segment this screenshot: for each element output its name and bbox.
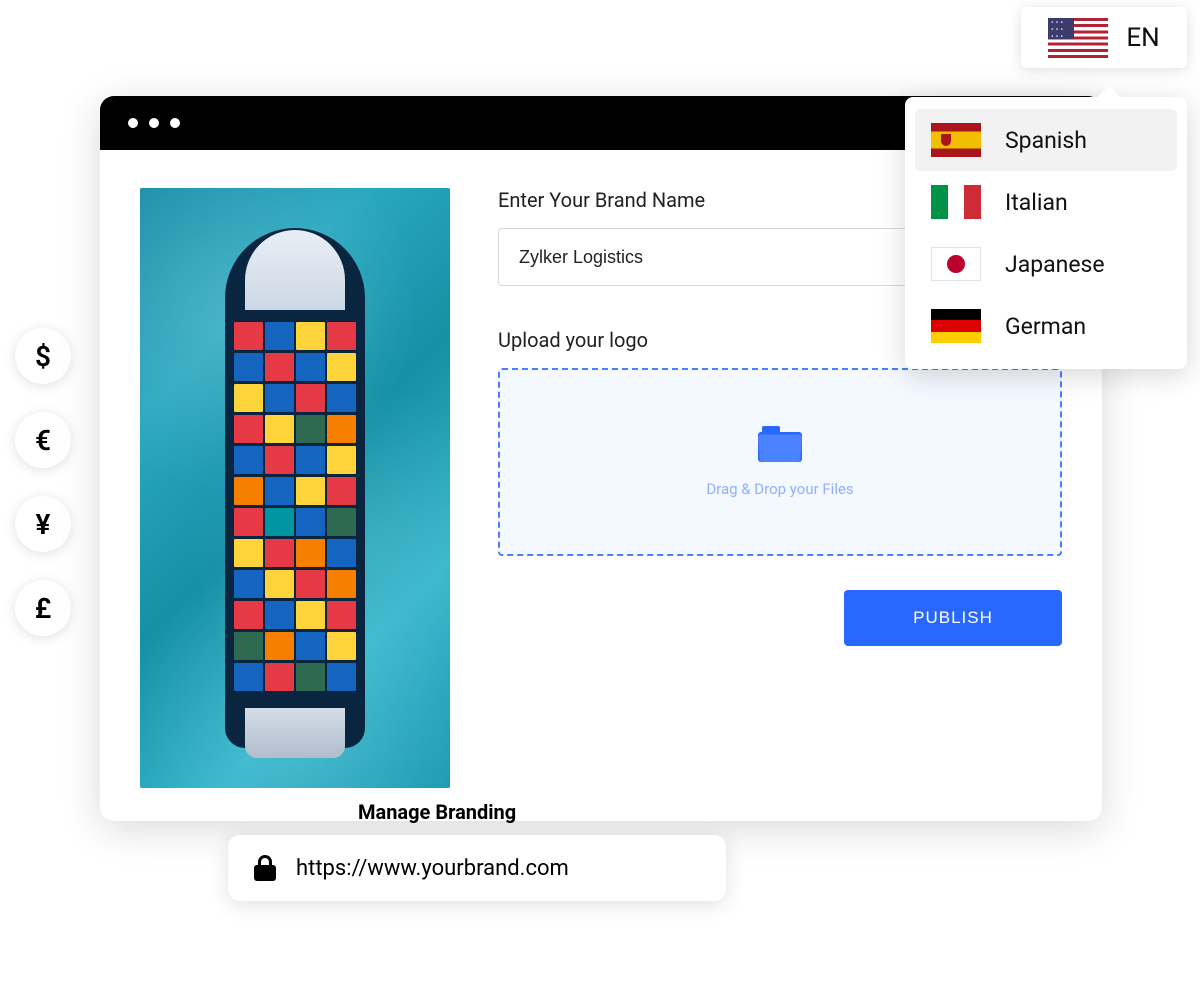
language-name: Spanish (1005, 127, 1087, 154)
language-option-spanish[interactable]: Spanish (915, 109, 1177, 171)
dropzone-hint: Drag & Drop your Files (706, 480, 853, 498)
currency-dollar[interactable]: $ (15, 328, 71, 384)
window-dot (128, 118, 138, 128)
brand-url-text: https://www.yourbrand.com (296, 856, 569, 881)
brand-url-bar[interactable]: https://www.yourbrand.com (228, 835, 726, 901)
language-name: German (1005, 313, 1086, 340)
publish-button[interactable]: PUBLISH (844, 590, 1062, 646)
language-code: EN (1126, 23, 1159, 53)
language-option-japanese[interactable]: Japanese (915, 233, 1177, 295)
language-option-italian[interactable]: Italian (915, 171, 1177, 233)
flag-spain-icon (931, 123, 981, 157)
currency-yen[interactable]: ¥ (15, 496, 71, 552)
currency-symbol: € (35, 424, 51, 457)
window-dot (149, 118, 159, 128)
flag-italy-icon (931, 185, 981, 219)
currency-pound[interactable]: £ (15, 580, 71, 636)
language-name: Japanese (1005, 251, 1105, 278)
currency-list: $ € ¥ £ (15, 328, 71, 636)
folder-icon (758, 426, 802, 462)
language-selector[interactable]: EN (1021, 7, 1187, 68)
window-dot (170, 118, 180, 128)
currency-symbol: ¥ (36, 508, 51, 541)
currency-symbol: $ (35, 340, 51, 373)
flag-japan-icon (931, 247, 981, 281)
currency-euro[interactable]: € (15, 412, 71, 468)
flag-usa-icon (1048, 18, 1108, 58)
language-option-german[interactable]: German (915, 295, 1177, 357)
language-dropdown: Spanish Italian Japanese German (905, 97, 1187, 369)
language-name: Italian (1005, 189, 1068, 216)
flag-germany-icon (931, 309, 981, 343)
logo-dropzone[interactable]: Drag & Drop your Files (498, 368, 1062, 556)
brand-hero-image (140, 188, 450, 788)
lock-icon (254, 855, 276, 881)
manage-branding-title: Manage Branding (358, 800, 516, 824)
currency-symbol: £ (35, 592, 52, 625)
